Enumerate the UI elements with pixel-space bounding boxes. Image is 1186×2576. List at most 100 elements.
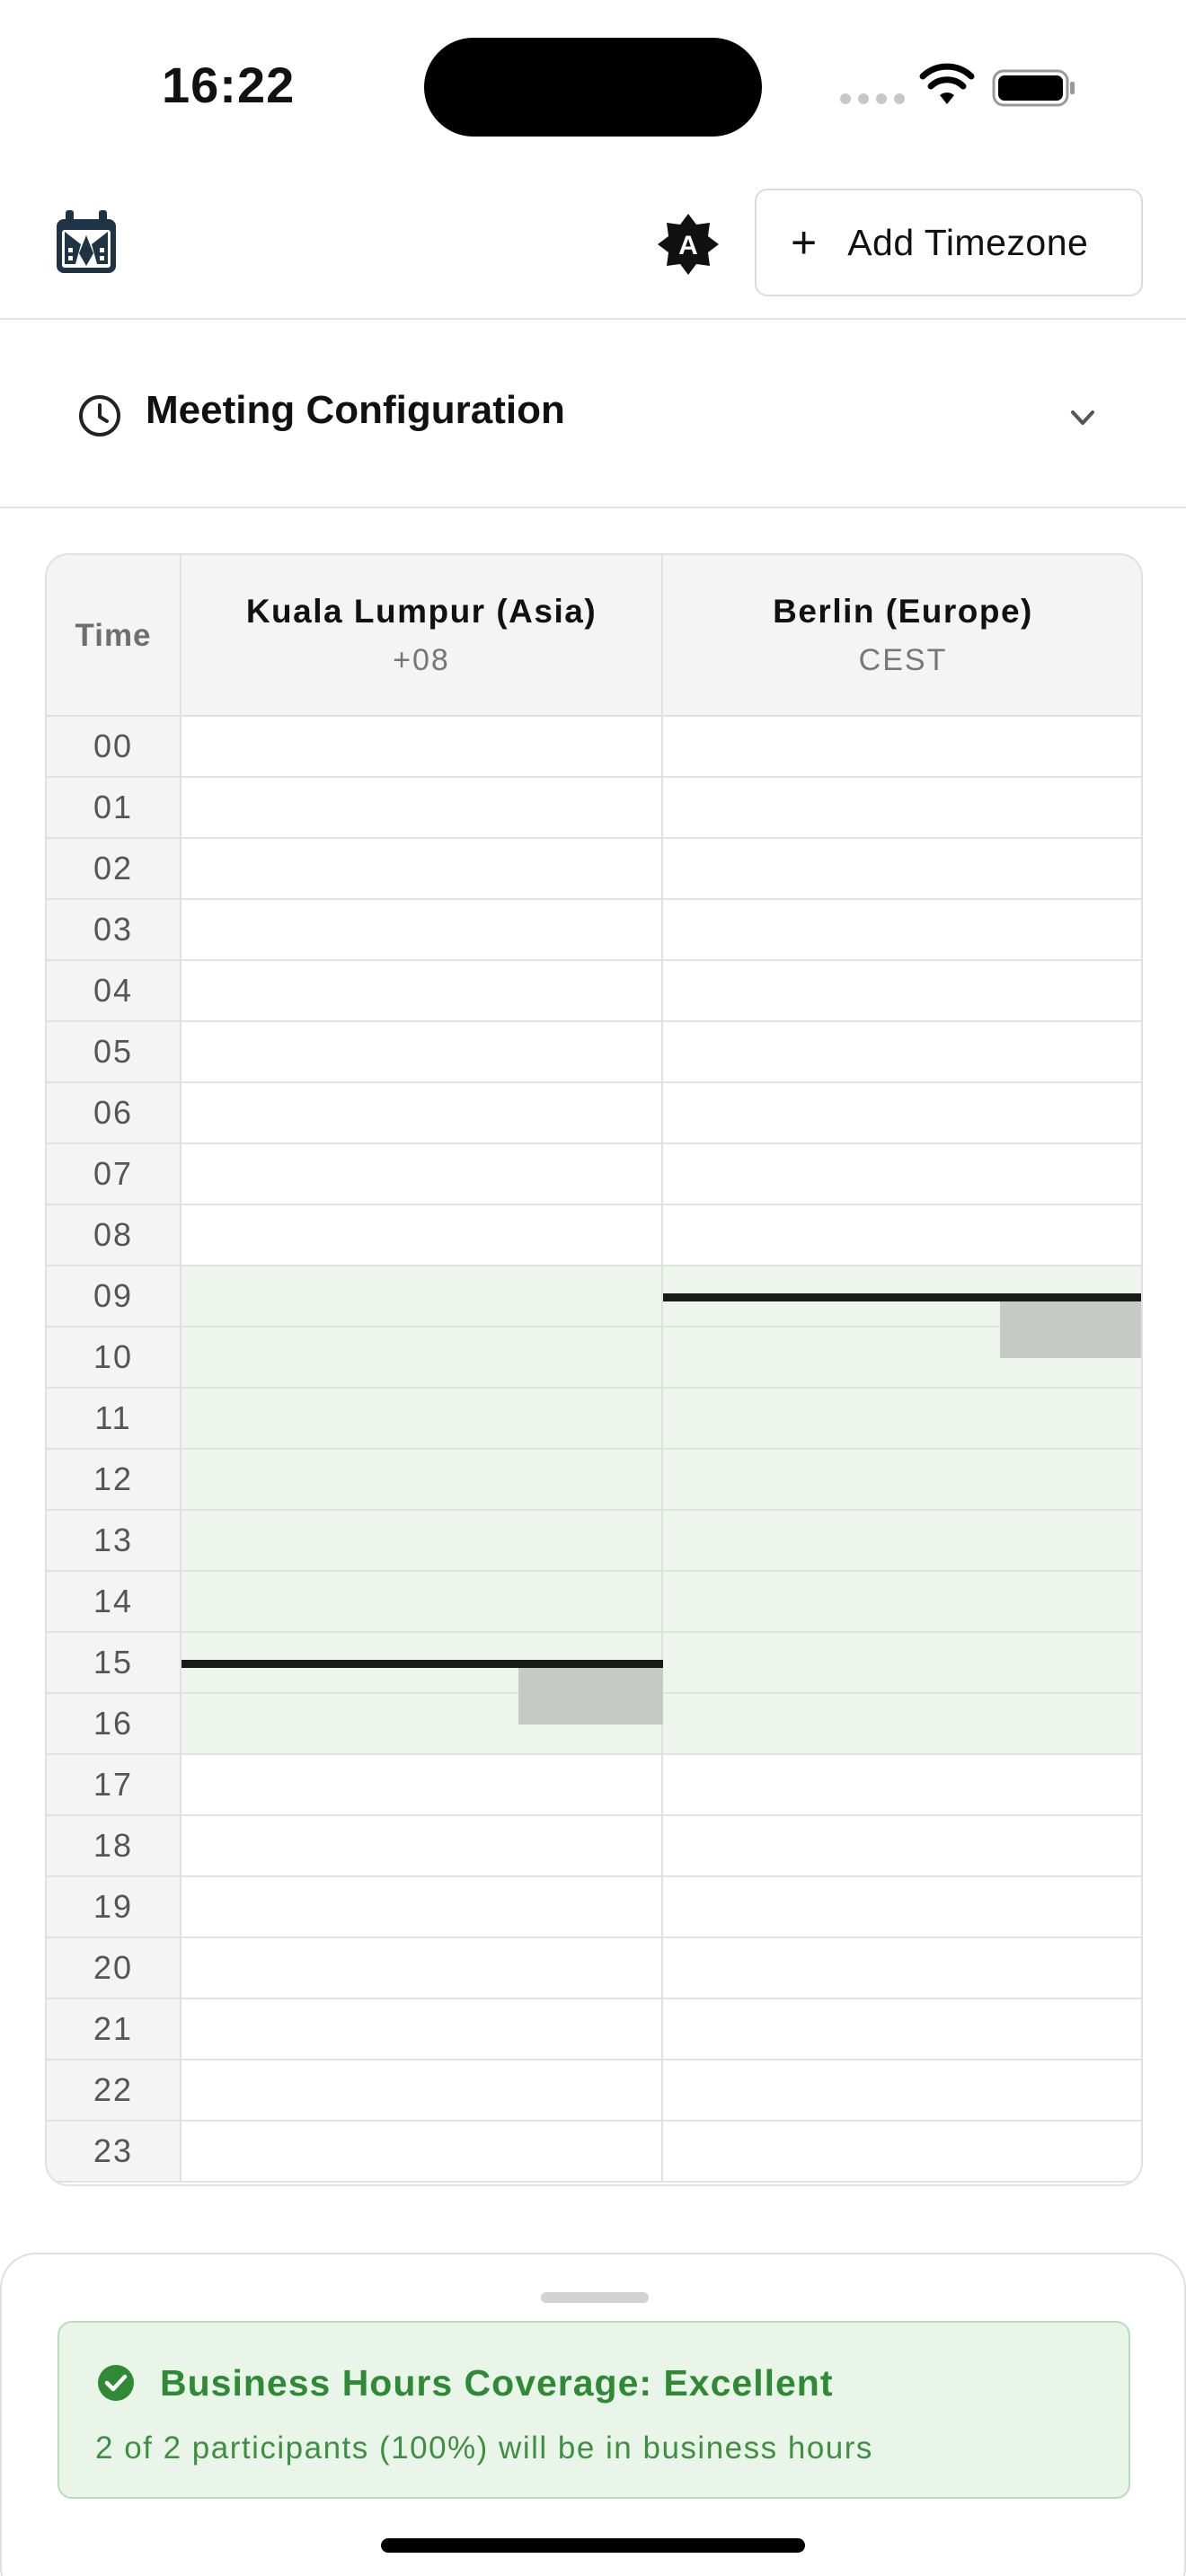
timezone-column-kuala-lumpur [181, 717, 663, 2183]
time-column: 00 01 02 03 04 05 06 07 08 09 10 11 12 13 14 15 16 17 18 19… [47, 717, 181, 2183]
meeting-start-line[interactable] [181, 1660, 663, 1668]
theme-auto-toggle-icon[interactable]: A [656, 212, 721, 277]
hour-label: 20 [47, 1938, 180, 1999]
meeting-configuration-title: Meeting Configuration [146, 388, 565, 432]
hour-cell[interactable] [181, 1511, 661, 1572]
hour-cell[interactable] [181, 1450, 661, 1511]
hour-cell[interactable] [663, 2060, 1141, 2122]
check-circle-icon [98, 2365, 134, 2401]
hour-cell[interactable] [181, 1877, 661, 1938]
hour-cell[interactable] [181, 1266, 661, 1328]
hour-cell[interactable] [663, 1083, 1141, 1144]
hour-cell[interactable] [181, 717, 661, 778]
hour-cell[interactable] [663, 1205, 1141, 1266]
grid-header: Time Kuala Lumpur (Asia) +08 Berlin (Eur… [47, 555, 1141, 717]
hour-cell[interactable] [663, 1450, 1141, 1511]
timezone-header-kuala-lumpur: Kuala Lumpur (Asia) +08 [181, 555, 663, 717]
coverage-detail: 2 of 2 participants (100%) will be in bu… [95, 2430, 873, 2466]
coverage-summary-card: Business Hours Coverage: Excellent 2 of … [58, 2321, 1130, 2499]
hour-cell[interactable] [663, 961, 1141, 1022]
hour-label: 14 [47, 1572, 180, 1633]
hour-cell[interactable] [181, 1328, 661, 1389]
hour-label: 12 [47, 1450, 180, 1511]
hour-label: 05 [47, 1022, 180, 1083]
hour-cell[interactable] [663, 1938, 1141, 1999]
coverage-bottom-sheet: Business Hours Coverage: Excellent 2 of … [0, 2253, 1186, 2576]
hour-cell[interactable] [181, 1022, 661, 1083]
hour-cell[interactable] [663, 1511, 1141, 1572]
meeting-block[interactable] [518, 1668, 663, 1725]
timezone-schedule-grid: Time Kuala Lumpur (Asia) +08 Berlin (Eur… [45, 553, 1143, 2186]
meeting-start-line[interactable] [663, 1293, 1141, 1301]
status-bar: 16:22 [0, 0, 1186, 171]
hour-cell[interactable] [181, 961, 661, 1022]
hour-label: 07 [47, 1144, 180, 1205]
hour-cell[interactable] [663, 1022, 1141, 1083]
hour-cell[interactable] [663, 1877, 1141, 1938]
hour-cell[interactable] [181, 1755, 661, 1816]
theme-badge-letter: A [678, 231, 698, 260]
hour-cell[interactable] [663, 1816, 1141, 1877]
app-header: A + Add Timezone [0, 171, 1186, 320]
hour-cell[interactable] [663, 717, 1141, 778]
meeting-configuration-toggle[interactable]: Meeting Configuration [0, 320, 1186, 508]
hour-label: 10 [47, 1328, 180, 1389]
cellular-signal-icon [840, 93, 905, 104]
home-indicator [381, 2538, 805, 2553]
hour-cell[interactable] [663, 778, 1141, 839]
hour-label: 04 [47, 961, 180, 1022]
hour-label: 21 [47, 1999, 180, 2060]
hour-cell[interactable] [663, 1694, 1141, 1755]
hour-cell[interactable] [181, 1572, 661, 1633]
hour-cell[interactable] [663, 2122, 1141, 2183]
hour-cell[interactable] [181, 900, 661, 961]
add-timezone-button[interactable]: + Add Timezone [755, 189, 1143, 296]
dynamic-island [424, 38, 762, 137]
status-time: 16:22 [162, 57, 296, 113]
timezone-offset: +08 [393, 643, 450, 677]
hour-label: 16 [47, 1694, 180, 1755]
hour-label: 11 [47, 1389, 180, 1450]
hour-label: 03 [47, 900, 180, 961]
hour-cell[interactable] [663, 900, 1141, 961]
battery-icon [992, 69, 1075, 107]
chevron-down-icon[interactable] [1066, 401, 1100, 435]
hour-cell[interactable] [181, 1144, 661, 1205]
clock-icon [79, 395, 120, 437]
timezone-offset: CEST [858, 643, 948, 677]
hour-cell[interactable] [663, 1144, 1141, 1205]
timezone-name: Berlin (Europe) [773, 593, 1033, 630]
hour-label: 06 [47, 1083, 180, 1144]
calendar-globe-icon[interactable] [54, 208, 119, 277]
hour-cell[interactable] [181, 1389, 661, 1450]
hour-cell[interactable] [663, 839, 1141, 900]
hour-cell[interactable] [181, 1205, 661, 1266]
timezone-name: Kuala Lumpur (Asia) [245, 593, 597, 630]
hour-label: 09 [47, 1266, 180, 1328]
hour-label: 23 [47, 2122, 180, 2183]
hour-cell[interactable] [663, 1633, 1141, 1694]
hour-cell[interactable] [663, 1755, 1141, 1816]
hour-label: 08 [47, 1205, 180, 1266]
hour-cell[interactable] [181, 2122, 661, 2183]
hour-label: 13 [47, 1511, 180, 1572]
coverage-title: Business Hours Coverage: Excellent [160, 2362, 834, 2404]
hour-cell[interactable] [181, 1999, 661, 2060]
hour-label: 02 [47, 839, 180, 900]
hour-label: 00 [47, 717, 180, 778]
meeting-block[interactable] [1000, 1301, 1141, 1358]
hour-cell[interactable] [663, 1389, 1141, 1450]
hour-cell[interactable] [663, 1999, 1141, 2060]
hour-cell[interactable] [181, 1816, 661, 1877]
hour-cell[interactable] [181, 1938, 661, 1999]
hour-cell[interactable] [181, 839, 661, 900]
hour-cell[interactable] [181, 778, 661, 839]
hour-cell[interactable] [663, 1572, 1141, 1633]
hour-label: 01 [47, 778, 180, 839]
sheet-drag-handle[interactable] [541, 2292, 649, 2303]
add-timezone-label: Add Timezone [847, 221, 1089, 263]
hour-label: 19 [47, 1877, 180, 1938]
hour-cell[interactable] [181, 2060, 661, 2122]
hour-cell[interactable] [181, 1083, 661, 1144]
timezone-header-berlin: Berlin (Europe) CEST [663, 555, 1141, 717]
